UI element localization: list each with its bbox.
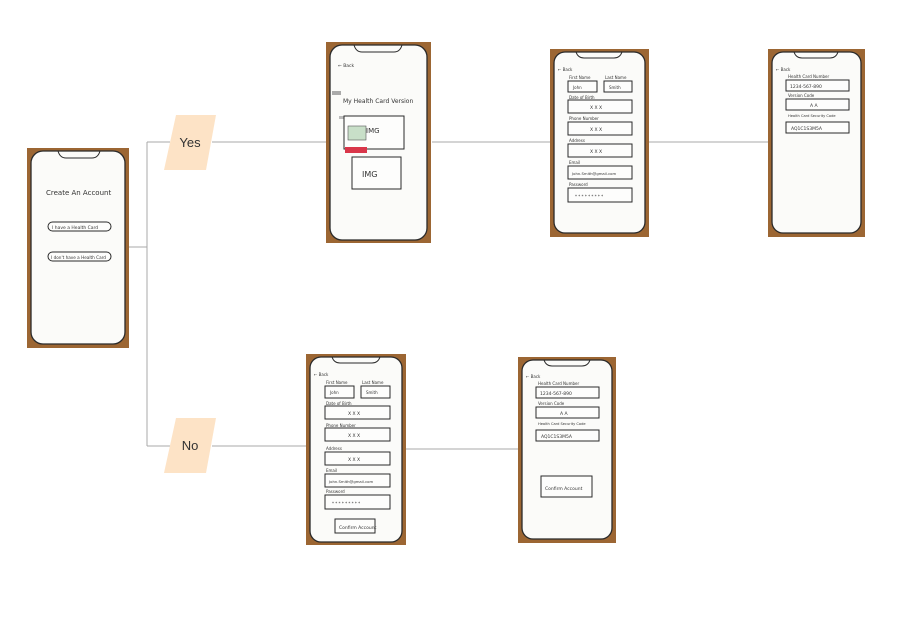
no-card-confirm-button[interactable]: Confirm Account xyxy=(540,475,593,498)
dob-value: X X X xyxy=(590,105,602,111)
no-security-field[interactable]: AQ1C1S3M5A xyxy=(535,429,600,442)
no-version-label: Version Code xyxy=(538,401,565,406)
first-name-field[interactable]: John xyxy=(567,80,598,93)
option-not-label: I don't have a Health Card xyxy=(51,255,106,260)
no-address-field[interactable]: X X X xyxy=(324,451,391,466)
security-value: AQ1C1S3M5A xyxy=(791,126,823,132)
password-value: * * * * * * * * * xyxy=(575,194,603,199)
decision-yes-label: Yes xyxy=(179,135,201,150)
security-label: Health Card Security Code xyxy=(788,114,836,118)
decision-no: No xyxy=(164,418,216,473)
address-label: Address xyxy=(569,138,585,143)
no-last-name-label: Last Name xyxy=(362,380,384,385)
image-placeholder-2: IMG xyxy=(351,156,402,190)
no-password-label: Password xyxy=(326,489,345,494)
screen-create-account: Create An Account I have a Health Card I… xyxy=(27,148,129,348)
redaction-bar xyxy=(332,91,341,95)
no-first-name-label: First Name xyxy=(326,380,348,385)
address-field[interactable]: X X X xyxy=(567,143,633,158)
no-phone-field[interactable]: X X X xyxy=(324,427,391,442)
no-card-number-value: 1234-567-890 xyxy=(540,391,572,397)
no-first-name-value: John xyxy=(329,390,339,395)
screen-health-card-yes: ← Back Health Card Number 1234-567-890 V… xyxy=(768,49,865,237)
screen-account-form-no: ← Back First Name John Last Name Smith D… xyxy=(306,354,406,545)
no-form-back[interactable]: ← Back xyxy=(314,372,329,377)
dob-field[interactable]: X X X xyxy=(567,99,633,114)
security-field[interactable]: AQ1C1S3M5A xyxy=(785,121,850,134)
email-value: John.Smith@gmail.com xyxy=(571,171,616,176)
option-no-health-card[interactable]: I don't have a Health Card xyxy=(47,251,112,262)
dob-label: Date of Birth xyxy=(569,95,595,100)
no-dob-field[interactable]: X X X xyxy=(324,405,391,420)
image-placeholder-2-label: IMG xyxy=(362,170,377,179)
password-label: Password xyxy=(569,182,588,187)
no-password-field[interactable]: * * * * * * * * * xyxy=(324,494,391,510)
no-confirm-label: Confirm Account xyxy=(339,525,377,531)
decision-no-label: No xyxy=(182,438,199,453)
no-email-label: Email xyxy=(326,468,337,473)
email-field[interactable]: John.Smith@gmail.com xyxy=(567,165,633,180)
no-email-value: John.Smith@gmail.com xyxy=(328,479,373,484)
no-last-name-field[interactable]: Smith xyxy=(360,385,391,399)
no-address-label: Address xyxy=(326,446,342,451)
no-phone-value: X X X xyxy=(348,433,360,439)
version-field[interactable]: A A xyxy=(785,98,850,111)
no-email-field[interactable]: John.Smith@gmail.com xyxy=(324,473,391,488)
form-back[interactable]: ← Back xyxy=(558,67,573,72)
no-address-value: X X X xyxy=(348,457,360,463)
no-security-label: Health Card Security Code xyxy=(538,422,586,426)
phone-field[interactable]: X X X xyxy=(567,121,633,136)
screen-health-card-version: ← Back My Health Card Version IMG IMG xyxy=(326,42,431,243)
no-phone-label: Phone Number xyxy=(326,423,356,428)
screen1-title: My Health Card Version xyxy=(343,98,413,105)
no-card-number-field[interactable]: 1234-567-890 xyxy=(535,386,600,399)
screen1-back[interactable]: ← Back xyxy=(338,63,355,69)
screen-health-card-no: ← Back Health Card Number 1234-567-890 V… xyxy=(518,357,616,543)
decision-yes: Yes xyxy=(164,115,216,170)
option-have-label: I have a Health Card xyxy=(52,225,98,231)
card-number-field[interactable]: 1234-567-890 xyxy=(785,79,850,92)
image-placeholder-1: IMG xyxy=(343,115,405,153)
connectors xyxy=(128,141,768,450)
no-version-field[interactable]: A A xyxy=(535,406,600,419)
image-placeholder-1-label: IMG xyxy=(366,127,380,135)
no-dob-value: X X X xyxy=(348,411,360,417)
no-last-name-value: Smith xyxy=(366,390,378,395)
start-title: Create An Account xyxy=(46,189,111,197)
last-name-field[interactable]: Smith xyxy=(603,80,633,93)
no-card-back[interactable]: ← Back xyxy=(526,374,541,379)
version-value: A A xyxy=(810,103,819,109)
first-name-value: John xyxy=(572,85,582,90)
password-field[interactable]: * * * * * * * * * xyxy=(567,187,633,203)
no-version-value: A A xyxy=(560,411,569,417)
card-number-label: Health Card Number xyxy=(788,74,829,79)
card-number-value: 1234-567-890 xyxy=(790,84,822,90)
no-password-value: * * * * * * * * * xyxy=(332,501,360,506)
no-card-confirm-label: Confirm Account xyxy=(545,486,583,492)
first-name-label: First Name xyxy=(569,75,591,80)
address-value: X X X xyxy=(590,149,602,155)
last-name-label: Last Name xyxy=(605,75,627,80)
flow-diagram: Yes No Create An Account I have a Health… xyxy=(27,42,865,545)
screen-account-form-yes: ← Back First Name John Last Name Smith D… xyxy=(550,49,649,237)
no-card-number-label: Health Card Number xyxy=(538,381,579,386)
no-first-name-field[interactable]: John xyxy=(324,385,355,399)
option-have-health-card[interactable]: I have a Health Card xyxy=(47,221,112,232)
no-security-value: AQ1C1S3M5A xyxy=(541,434,573,440)
email-label: Email xyxy=(569,160,580,165)
phone-value: X X X xyxy=(590,127,602,133)
version-label: Version Code xyxy=(788,93,815,98)
no-confirm-button[interactable]: Confirm Account xyxy=(334,518,377,534)
card-back[interactable]: ← Back xyxy=(776,67,791,72)
last-name-value: Smith xyxy=(609,85,621,90)
phone-label: Phone Number xyxy=(569,116,599,121)
no-dob-label: Date of Birth xyxy=(326,401,352,406)
